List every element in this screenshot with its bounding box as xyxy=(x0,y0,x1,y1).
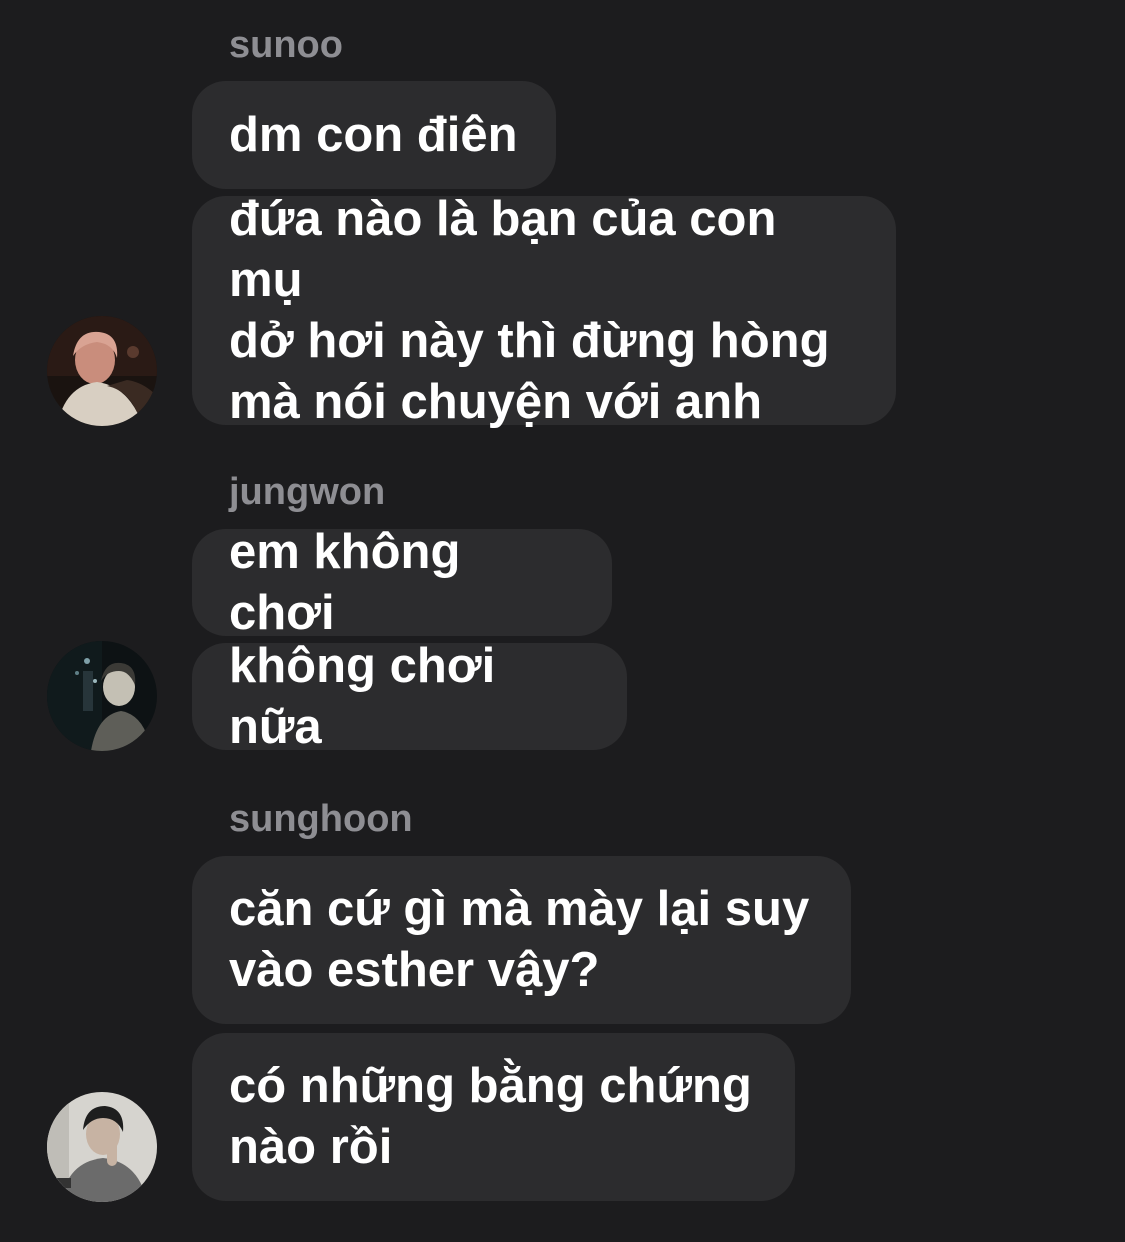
message-text: căn cứ gì mà mày lại suy vào esther vậy? xyxy=(229,882,810,997)
sender-name-sunoo: sunoo xyxy=(229,24,343,66)
user-photo-avatar-icon xyxy=(47,1092,157,1202)
sender-name-jungwon: jungwon xyxy=(229,471,386,513)
message-bubble[interactable]: không chơi nữa xyxy=(192,639,627,754)
message-bubble[interactable]: có những bằng chứng nào rồi xyxy=(192,1033,795,1201)
message-text: đứa nào là bạn của con mụ dở hơi này thì… xyxy=(229,191,830,429)
avatar-sunghoon[interactable] xyxy=(47,1092,157,1202)
message-bubble[interactable]: đứa nào là bạn của con mụ dở hơi này thì… xyxy=(192,192,896,429)
message-bubble[interactable]: dm con điên xyxy=(192,81,556,189)
message-text: không chơi nữa xyxy=(229,638,496,754)
message-text: em không chơi xyxy=(229,524,461,640)
avatar-jungwon[interactable] xyxy=(47,641,157,751)
sender-name-sunghoon: sunghoon xyxy=(229,798,413,840)
message-text: dm con điên xyxy=(229,107,518,162)
user-photo-avatar-icon xyxy=(47,641,157,751)
message-text: có những bằng chứng nào rồi xyxy=(229,1059,752,1174)
avatar-sunoo[interactable] xyxy=(47,316,157,426)
message-bubble[interactable]: em không chơi xyxy=(192,525,612,640)
user-photo-avatar-icon xyxy=(47,316,157,426)
message-bubble[interactable]: căn cứ gì mà mày lại suy vào esther vậy? xyxy=(192,856,851,1024)
